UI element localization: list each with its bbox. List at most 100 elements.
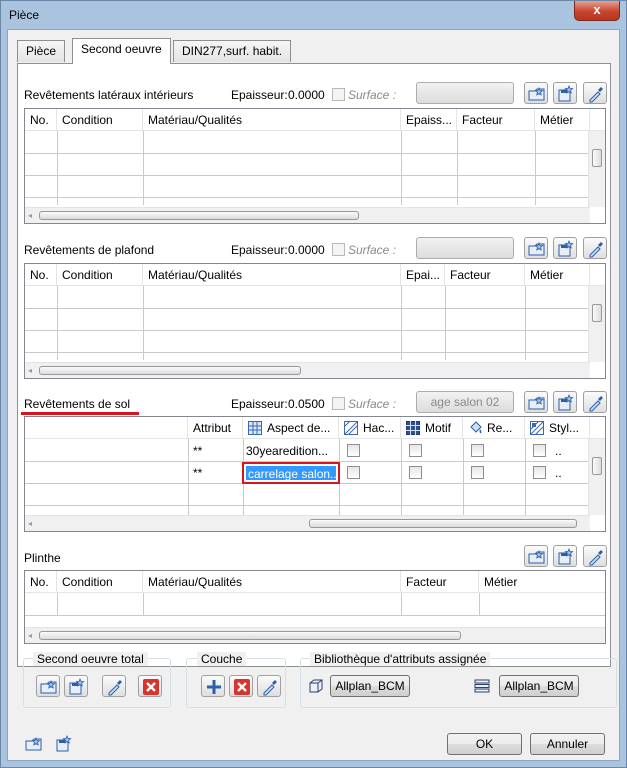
sol-col-blank[interactable] [25,417,188,439]
lateral-eyedropper-button[interactable] [583,82,607,104]
plinthe-horizontal-scrollbar[interactable]: ◂ [25,627,605,643]
sol-row2-remplissage-checkbox[interactable] [471,466,484,479]
close-button[interactable]: x [574,1,620,21]
plafond-vertical-scrollbar[interactable] [588,286,605,362]
footer-open-favorite-button[interactable] [21,732,45,754]
lateral-surface-field[interactable] [416,82,514,104]
ok-button[interactable]: OK [447,733,522,755]
grid-col-line [401,593,402,615]
sol-row1-aspect[interactable]: 30yearedition... [246,444,336,458]
sol-row2-attribut[interactable]: ** [193,466,202,480]
sol-surface-checkbox[interactable] [332,397,345,410]
plafond-eyedropper-button[interactable] [583,237,607,259]
sol-save-favorite-button[interactable] [553,391,577,413]
lateral-col-epaisseur[interactable]: Epaiss... [401,109,457,131]
folder-star-icon [25,736,42,751]
scroll-left-icon[interactable]: ◂ [28,366,32,375]
plafond-col-epaisseur[interactable]: Epai... [401,264,445,286]
scroll-left-icon[interactable]: ◂ [28,211,32,220]
plus-icon [207,680,221,694]
lateral-vertical-scrollbar[interactable] [588,131,605,207]
sol-row2-hachure-checkbox[interactable] [347,466,360,479]
scroll-thumb[interactable] [592,457,602,475]
plafond-surface-checkbox[interactable] [332,243,345,256]
total-save-favorite-button[interactable] [64,675,88,697]
group-bibliotheque-label: Bibliothèque d'attributs assignée [310,652,491,666]
plafond-col-no[interactable]: No. [25,264,57,286]
sol-col-attribut[interactable]: Attribut [188,417,243,439]
plafond-horizontal-scrollbar[interactable]: ◂ [25,362,590,378]
lateral-col-no[interactable]: No. [25,109,57,131]
plinthe-col-materiau[interactable]: Matériau/Qualités [143,571,401,593]
plafond-col-materiau[interactable]: Matériau/Qualités [143,264,401,286]
plinthe-eyedropper-button[interactable] [583,545,607,567]
scroll-thumb[interactable] [309,519,577,528]
bibliotheque-button-2[interactable]: Allplan_BCM [499,675,579,697]
sol-col-remplissage[interactable]: Re... [463,417,525,439]
tab-din277[interactable]: DIN277,surf. habit. [173,40,292,62]
sol-row1-motif-checkbox[interactable] [409,444,422,457]
scroll-thumb[interactable] [39,631,461,640]
sol-col-hachure[interactable]: Hac... [339,417,401,439]
plafond-surface-field[interactable] [416,237,514,259]
plinthe-col-facteur[interactable]: Facteur [401,571,479,593]
lateral-open-favorite-button[interactable] [524,82,548,104]
lateral-horizontal-scrollbar[interactable]: ◂ [25,207,590,223]
sol-row2-style-value[interactable]: .. [555,466,562,480]
sol-row1-remplissage-checkbox[interactable] [471,444,484,457]
sol-col-style[interactable]: Styl... [525,417,590,439]
plafond-open-favorite-button[interactable] [524,237,548,259]
sol-row2-motif-checkbox[interactable] [409,466,422,479]
bibliotheque-button-1[interactable]: Allplan_BCM [330,675,410,697]
scroll-thumb[interactable] [592,304,602,322]
hatch-icon [344,421,358,435]
tab-piece[interactable]: Pièce [17,40,66,62]
plinthe-col-no[interactable]: No. [25,571,57,593]
sol-row1-style-value[interactable]: .. [555,444,562,458]
tab-second-oeuvre[interactable]: Second oeuvre [72,38,171,64]
scroll-left-icon[interactable]: ◂ [28,631,32,640]
plinthe-save-favorite-button[interactable] [553,545,577,567]
sol-row2-aspect[interactable]: carrelage salon... [246,466,336,480]
plafond-col-facteur[interactable]: Facteur [445,264,525,286]
cancel-button[interactable]: Annuler [530,733,605,755]
sol-vertical-scrollbar[interactable] [588,439,605,515]
lateral-col-materiau[interactable]: Matériau/Qualités [143,109,401,131]
total-delete-button[interactable] [138,675,162,697]
lateral-col-facteur[interactable]: Facteur [457,109,535,131]
sol-row2-aspect-selected[interactable]: carrelage salon... [242,462,340,484]
sol-row2-style-checkbox[interactable] [533,466,546,479]
sol-row1-hachure-checkbox[interactable] [347,444,360,457]
save-star-icon [558,394,574,411]
sol-col-aspect[interactable]: Aspect de... [243,417,339,439]
delete-x-icon [143,679,159,695]
footer-save-favorite-button[interactable] [51,732,75,754]
plinthe-open-favorite-button[interactable] [524,545,548,567]
scroll-left-icon[interactable]: ◂ [28,519,32,528]
plafond-col-metier[interactable]: Métier [525,264,590,286]
lateral-col-metier[interactable]: Métier [535,109,590,131]
scroll-thumb[interactable] [592,149,602,167]
total-eyedropper-button[interactable] [102,675,126,697]
scroll-thumb[interactable] [39,211,359,220]
sol-open-favorite-button[interactable] [524,391,548,413]
plafond-save-favorite-button[interactable] [553,237,577,259]
sol-surface-field[interactable]: age salon 02 [416,391,514,413]
sol-row1-attribut[interactable]: ** [193,444,202,458]
sol-horizontal-scrollbar[interactable]: ◂ [25,515,590,531]
plafond-col-condition[interactable]: Condition [57,264,143,286]
lateral-surface-checkbox[interactable] [332,88,345,101]
couche-add-button[interactable] [201,675,225,697]
lateral-col-condition[interactable]: Condition [57,109,143,131]
scroll-thumb[interactable] [39,366,301,375]
sol-row1-style-checkbox[interactable] [533,444,546,457]
couche-eyedropper-button[interactable] [257,675,281,697]
plinthe-col-condition[interactable]: Condition [57,571,143,593]
couche-delete-button[interactable] [229,675,253,697]
sol-col-hachure-label: Hac... [363,421,395,435]
sol-eyedropper-button[interactable] [583,391,607,413]
plinthe-col-metier[interactable]: Métier [479,571,605,593]
sol-col-motif[interactable]: Motif [401,417,463,439]
total-open-favorite-button[interactable] [36,675,60,697]
lateral-save-favorite-button[interactable] [553,82,577,104]
